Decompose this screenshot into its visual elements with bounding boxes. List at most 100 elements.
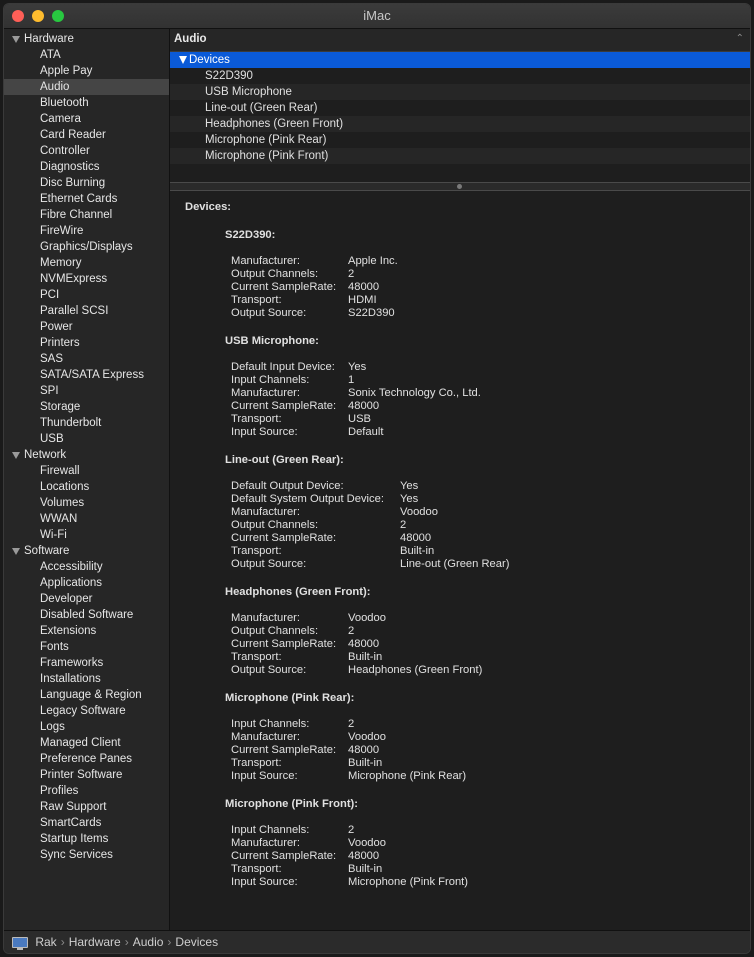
sidebar-item-pci[interactable]: PCI: [4, 287, 169, 303]
split-view-divider[interactable]: [170, 182, 750, 191]
sidebar-item-smartcards[interactable]: SmartCards: [4, 815, 169, 831]
breadcrumb-item[interactable]: Devices: [175, 935, 218, 949]
sidebar-item-disc-burning[interactable]: Disc Burning: [4, 175, 169, 191]
detail-heading: Devices:: [185, 201, 232, 213]
property-key: Output Channels:: [231, 268, 319, 280]
disclosure-triangle-icon[interactable]: [179, 56, 187, 64]
sidebar-item-sync-services[interactable]: Sync Services: [4, 847, 169, 863]
sidebar-item-power[interactable]: Power: [4, 319, 169, 335]
breadcrumb-item[interactable]: Audio: [133, 935, 164, 949]
sidebar-item-accessibility[interactable]: Accessibility: [4, 559, 169, 575]
sidebar-item-firewall[interactable]: Firewall: [4, 463, 169, 479]
property-row: Manufacturer: Voodoo: [231, 731, 466, 744]
disclosure-triangle-icon[interactable]: [12, 452, 20, 459]
sidebar-item-apple-pay[interactable]: Apple Pay: [4, 63, 169, 79]
sidebar-item-memory[interactable]: Memory: [4, 255, 169, 271]
sidebar-item-legacy-software[interactable]: Legacy Software: [4, 703, 169, 719]
sidebar-item-card-reader[interactable]: Card Reader: [4, 127, 169, 143]
sidebar-item-label: Extensions: [40, 625, 97, 637]
sidebar-item-fibre-channel[interactable]: Fibre Channel: [4, 207, 169, 223]
sidebar-item-graphics-displays[interactable]: Graphics/Displays: [4, 239, 169, 255]
device-name: Headphones (Green Front):: [225, 586, 371, 598]
sidebar-item-label: Sync Services: [40, 849, 113, 861]
list-item[interactable]: S22D390: [170, 68, 750, 84]
list-item[interactable]: Microphone (Pink Rear): [170, 132, 750, 148]
sidebar-group-software[interactable]: Software: [4, 543, 169, 559]
property-key: Input Source:: [231, 770, 298, 782]
sidebar-item-diagnostics[interactable]: Diagnostics: [4, 159, 169, 175]
sidebar-item-firewire[interactable]: FireWire: [4, 223, 169, 239]
sidebar-group-network[interactable]: Network: [4, 447, 169, 463]
sidebar-item-extensions[interactable]: Extensions: [4, 623, 169, 639]
sidebar-item-label: Locations: [40, 481, 90, 493]
sidebar-item-label: Graphics/Displays: [40, 241, 133, 253]
disclosure-triangle-icon[interactable]: [12, 548, 20, 555]
sidebar-item-parallel-scsi[interactable]: Parallel SCSI: [4, 303, 169, 319]
property-value: Default: [348, 426, 384, 438]
sidebar-item-label: Power: [40, 321, 73, 333]
sidebar-item-label: SAS: [40, 353, 64, 365]
property-row: Transport: HDMI: [231, 294, 398, 307]
breadcrumb-item[interactable]: Rak: [35, 935, 56, 949]
monitor-icon: [12, 936, 28, 950]
sidebar-item-language-region[interactable]: Language & Region: [4, 687, 169, 703]
sidebar-item-spi[interactable]: SPI: [4, 383, 169, 399]
list-item[interactable]: USB Microphone: [170, 84, 750, 100]
sidebar-item-audio[interactable]: Audio: [4, 79, 169, 95]
sidebar-item-wi-fi[interactable]: Wi-Fi: [4, 527, 169, 543]
sidebar-item-installations[interactable]: Installations: [4, 671, 169, 687]
sidebar-item-managed-client[interactable]: Managed Client: [4, 735, 169, 751]
sidebar-item-profiles[interactable]: Profiles: [4, 783, 169, 799]
property-row: Current SampleRate: 48000: [231, 532, 509, 545]
property-value: 1: [348, 374, 355, 386]
divider-handle-icon[interactable]: [457, 184, 462, 189]
list-header[interactable]: Audio ⌃: [170, 29, 750, 52]
sidebar-item-fonts[interactable]: Fonts: [4, 639, 169, 655]
sidebar-item-label: Logs: [40, 721, 65, 733]
list-item[interactable]: Line-out (Green Rear): [170, 100, 750, 116]
list-item-label: Microphone (Pink Front): [205, 150, 329, 162]
sidebar-item-usb[interactable]: USB: [4, 431, 169, 447]
sidebar-item-volumes[interactable]: Volumes: [4, 495, 169, 511]
sidebar-item-preference-panes[interactable]: Preference Panes: [4, 751, 169, 767]
property-key: Manufacturer:: [231, 731, 301, 743]
sidebar-item-printer-software[interactable]: Printer Software: [4, 767, 169, 783]
sidebar-item-raw-support[interactable]: Raw Support: [4, 799, 169, 815]
breadcrumb-item[interactable]: Hardware: [69, 935, 121, 949]
device-properties: Default Output Device: Yes Default System …: [231, 480, 509, 571]
device-name: Line-out (Green Rear):: [225, 454, 344, 466]
sidebar-item-controller[interactable]: Controller: [4, 143, 169, 159]
sidebar-item-wwan[interactable]: WWAN: [4, 511, 169, 527]
property-key: Current SampleRate:: [231, 638, 337, 650]
sidebar-item-locations[interactable]: Locations: [4, 479, 169, 495]
list-item[interactable]: Headphones (Green Front): [170, 116, 750, 132]
sort-chevron-up-icon[interactable]: ⌃: [736, 33, 744, 44]
sidebar-item-startup-items[interactable]: Startup Items: [4, 831, 169, 847]
property-row: Input Source: Microphone (Pink Rear): [231, 770, 466, 783]
sidebar-item-sata-sata-express[interactable]: SATA/SATA Express: [4, 367, 169, 383]
list-item[interactable]: Microphone (Pink Front): [170, 148, 750, 164]
sidebar-item-ata[interactable]: ATA: [4, 47, 169, 63]
sidebar-item-label: Legacy Software: [40, 705, 126, 717]
sidebar-item-label: Profiles: [40, 785, 79, 797]
sidebar-item-nvmexpress[interactable]: NVMExpress: [4, 271, 169, 287]
sidebar-group-hardware[interactable]: Hardware: [4, 31, 169, 47]
sidebar-item-ethernet-cards[interactable]: Ethernet Cards: [4, 191, 169, 207]
sidebar-item-frameworks[interactable]: Frameworks: [4, 655, 169, 671]
sidebar-item-bluetooth[interactable]: Bluetooth: [4, 95, 169, 111]
sidebar-item-printers[interactable]: Printers: [4, 335, 169, 351]
sidebar-item-storage[interactable]: Storage: [4, 399, 169, 415]
sidebar-item-label: Audio: [40, 81, 70, 93]
sidebar-item-logs[interactable]: Logs: [4, 719, 169, 735]
sidebar-item-thunderbolt[interactable]: Thunderbolt: [4, 415, 169, 431]
disclosure-triangle-icon[interactable]: [12, 36, 20, 43]
sidebar-item-disabled-software[interactable]: Disabled Software: [4, 607, 169, 623]
device-section: USB Microphone: Default Input Device: Yes I…: [225, 334, 481, 439]
sidebar-item-applications[interactable]: Applications: [4, 575, 169, 591]
list-group-devices[interactable]: Devices: [170, 52, 750, 68]
sidebar-item-label: Disc Burning: [40, 177, 106, 189]
sidebar-item-camera[interactable]: Camera: [4, 111, 169, 127]
sidebar-item-developer[interactable]: Developer: [4, 591, 169, 607]
sidebar-item-label: Ethernet Cards: [40, 193, 118, 205]
sidebar-item-sas[interactable]: SAS: [4, 351, 169, 367]
